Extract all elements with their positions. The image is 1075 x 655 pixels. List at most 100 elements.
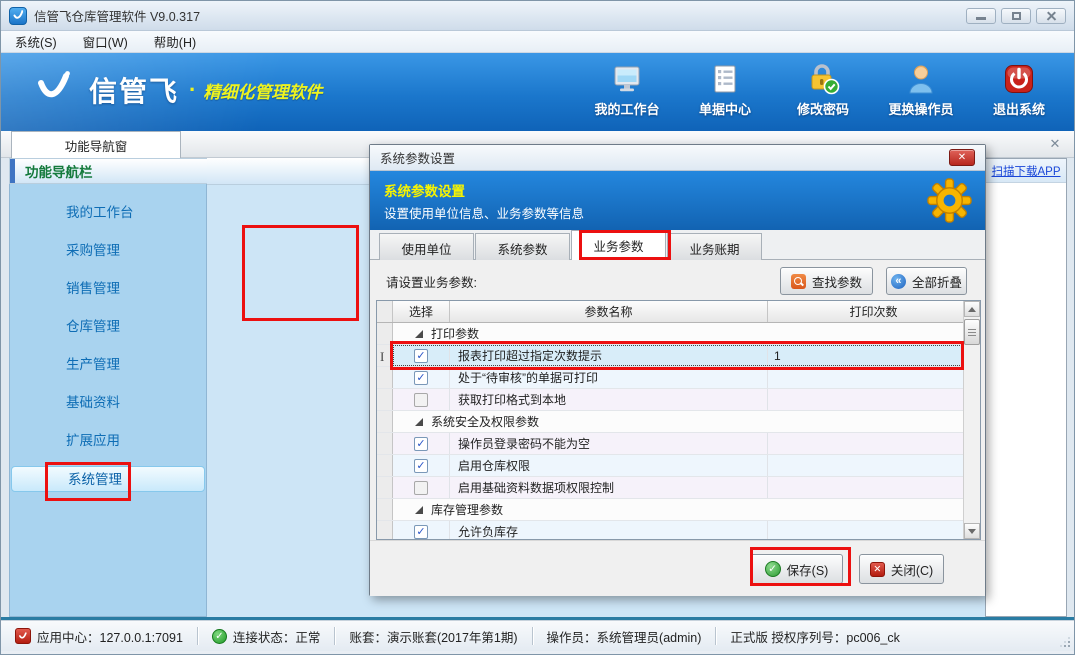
find-params-button[interactable]: 查找参数 (780, 267, 873, 295)
tab-business-params[interactable]: 业务参数 (571, 230, 666, 260)
param-name: 允许负库存 (450, 521, 768, 540)
sidebar-item-sales[interactable]: 销售管理 (10, 276, 206, 302)
param-value[interactable]: 1 (768, 345, 980, 366)
sidebar-item-my-workbench[interactable]: 我的工作台 (10, 200, 206, 226)
checkbox[interactable] (414, 459, 428, 473)
dialog-title: 系统参数设置 (380, 148, 455, 167)
checkbox[interactable] (414, 525, 428, 539)
banner: 信管飞 · 精细化管理软件 我的工作台 单据中心 修改密码 (1, 53, 1074, 131)
sidebar-item-extensions[interactable]: 扩展应用 (10, 428, 206, 454)
maximize-button[interactable] (1001, 8, 1031, 24)
close-dialog-button[interactable]: 关闭(C) (859, 554, 944, 584)
param-value[interactable] (768, 521, 980, 540)
sidebar-item-purchase[interactable]: 采购管理 (10, 238, 206, 264)
dialog-close-button[interactable] (949, 149, 975, 166)
sidebar-item-system-mgmt[interactable]: 系统管理 (11, 466, 205, 492)
table-group-row[interactable]: 打印参数 (377, 323, 980, 345)
column-header-name[interactable]: 参数名称 (450, 301, 768, 322)
table-header-row: 选择 参数名称 打印次数 (377, 301, 980, 323)
param-name: 启用仓库权限 (450, 455, 768, 476)
scrollbar-thumb[interactable] (964, 319, 980, 345)
action-exit-system[interactable]: 退出系统 (978, 61, 1060, 118)
panel-accent-bar (10, 159, 15, 183)
menu-window[interactable]: 窗口(W) (83, 32, 128, 51)
tab-business-period[interactable]: 业务账期 (667, 233, 762, 262)
sidebar: 我的工作台 采购管理 销售管理 仓库管理 生产管理 基础资料 扩展应用 系统管理 (9, 184, 207, 617)
dialog-header-subtitle: 设置使用单位信息、业务参数等信息 (384, 203, 584, 222)
dialog-titlebar: 系统参数设置 (370, 145, 985, 171)
connection-ok-icon (212, 629, 227, 644)
text-cursor-artifact (380, 349, 384, 365)
table-row[interactable]: 操作员登录密码不能为空 (377, 433, 980, 455)
group-label: 库存管理参数 (431, 501, 503, 518)
menubar: 系统(S) 窗口(W) 帮助(H) (1, 31, 1074, 53)
action-document-center[interactable]: 单据中心 (684, 61, 766, 118)
collapse-triangle-icon[interactable] (415, 418, 423, 426)
document-icon (710, 61, 740, 95)
table-group-row[interactable]: 系统安全及权限参数 (377, 411, 980, 433)
minimize-button[interactable] (966, 8, 996, 24)
table-row[interactable]: 允许负库存 (377, 521, 980, 540)
param-name: 启用基础资料数据项权限控制 (450, 477, 768, 498)
table-row[interactable]: 获取打印格式到本地 (377, 389, 980, 411)
scroll-up-icon[interactable] (964, 301, 980, 317)
status-connection: 连接状态：正常 (233, 627, 321, 646)
table-group-row[interactable]: 库存管理参数 (377, 499, 980, 521)
resize-grip[interactable] (1060, 637, 1070, 647)
param-value[interactable] (768, 477, 980, 498)
collapse-all-button[interactable]: 全部折叠 (886, 267, 967, 295)
titlebar: 信管飞仓库管理软件 V9.0.317 (1, 1, 1074, 31)
panel-close-icon[interactable] (1048, 137, 1062, 151)
tab-nav-window[interactable]: 功能导航窗 (11, 131, 181, 158)
collapse-all-icon (891, 274, 906, 289)
menu-help[interactable]: 帮助(H) (154, 32, 196, 51)
action-my-workbench[interactable]: 我的工作台 (586, 61, 668, 118)
save-button[interactable]: 保存(S) (750, 554, 843, 584)
param-value[interactable] (768, 455, 980, 476)
table-row[interactable]: 报表打印超过指定次数提示 1 (377, 345, 980, 367)
lock-icon (806, 61, 840, 95)
checkbox[interactable] (414, 481, 428, 495)
table-row[interactable]: 处于“待审核”的单据可打印 (377, 367, 980, 389)
param-value[interactable] (768, 389, 980, 410)
power-icon (1003, 61, 1035, 95)
scroll-down-icon[interactable] (964, 523, 980, 539)
checkbox[interactable] (414, 393, 428, 407)
brand-logo: 信管飞 · 精细化管理软件 (33, 69, 322, 111)
close-button[interactable] (1036, 8, 1066, 24)
scan-download-app-link[interactable]: 扫描下载APP (991, 163, 1060, 179)
dialog-footer: 保存(S) 关闭(C) (370, 540, 985, 596)
checkbox[interactable] (414, 349, 428, 363)
status-app-center: 应用中心：127.0.0.1:7091 (37, 627, 183, 646)
table-row[interactable]: 启用仓库权限 (377, 455, 980, 477)
brand-slogan: 精细化管理软件 (203, 78, 322, 103)
group-label: 打印参数 (431, 325, 479, 342)
collapse-triangle-icon[interactable] (415, 506, 423, 514)
tab-company-info[interactable]: 使用单位 (379, 233, 474, 262)
close-x-icon (870, 562, 885, 577)
sidebar-item-production[interactable]: 生产管理 (10, 352, 206, 378)
sidebar-item-warehouse[interactable]: 仓库管理 (10, 314, 206, 340)
column-header-value[interactable]: 打印次数 (768, 301, 980, 322)
checkbox[interactable] (414, 437, 428, 451)
action-switch-operator[interactable]: 更换操作员 (880, 61, 962, 118)
banner-actions: 我的工作台 单据中心 修改密码 更换操作员 (586, 61, 1060, 118)
window-title: 信管飞仓库管理软件 V9.0.317 (34, 6, 200, 25)
dialog-tabs: 使用单位 系统参数 业务参数 业务账期 (370, 230, 985, 260)
sidebar-item-basic-data[interactable]: 基础资料 (10, 390, 206, 416)
vertical-scrollbar[interactable] (963, 301, 980, 539)
action-change-password[interactable]: 修改密码 (782, 61, 864, 118)
brand-name: 信管飞 (89, 70, 179, 110)
param-value[interactable] (768, 367, 980, 388)
param-name: 处于“待审核”的单据可打印 (450, 367, 768, 388)
param-value[interactable] (768, 433, 980, 454)
tab-system-params[interactable]: 系统参数 (475, 233, 570, 262)
menu-system[interactable]: 系统(S) (15, 32, 57, 51)
group-label: 系统安全及权限参数 (431, 413, 539, 430)
column-header-select[interactable]: 选择 (393, 301, 450, 322)
param-name: 操作员登录密码不能为空 (450, 433, 768, 454)
table-row[interactable]: 启用基础资料数据项权限控制 (377, 477, 980, 499)
user-icon (906, 61, 936, 95)
checkbox[interactable] (414, 371, 428, 385)
collapse-triangle-icon[interactable] (415, 330, 423, 338)
